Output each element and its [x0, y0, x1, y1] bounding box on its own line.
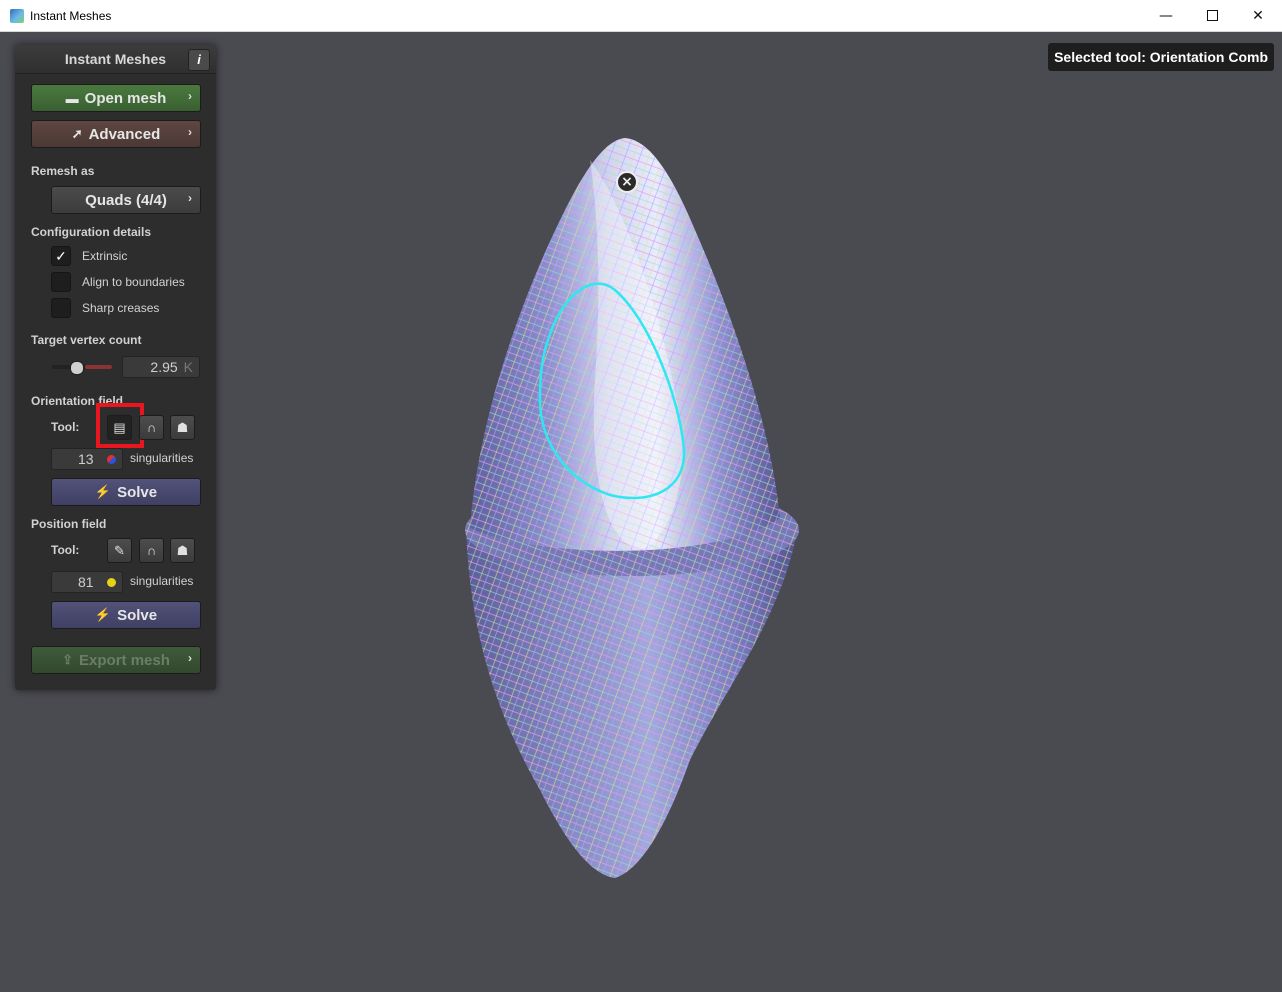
- info-button[interactable]: i: [188, 49, 210, 71]
- align-boundaries-checkbox[interactable]: [51, 272, 71, 292]
- position-singularities-count: 81: [78, 574, 94, 590]
- rocket-icon: ➚: [71, 126, 83, 141]
- bolt-icon: ⚡: [94, 607, 112, 622]
- sharp-creases-checkbox[interactable]: [51, 298, 71, 318]
- orientation-solve-label: Solve: [117, 483, 158, 501]
- ghost-icon: ☗: [176, 542, 189, 558]
- vertex-count-unit: K: [183, 359, 193, 375]
- position-attractor-button[interactable]: ∩: [139, 538, 164, 563]
- panel-header: Instant Meshes i: [15, 45, 216, 74]
- orientation-tool-label: Tool:: [51, 420, 80, 434]
- brush-icon: ✎: [114, 542, 125, 558]
- orientation-ghost-button[interactable]: ☗: [170, 415, 195, 440]
- remesh-as-value: Quads (4/4): [85, 191, 167, 209]
- magnet-icon: ∩: [146, 420, 157, 435]
- singularity-color-icon: [107, 578, 116, 587]
- orientation-solve-button[interactable]: ⚡ Solve: [51, 478, 201, 506]
- extrinsic-checkbox[interactable]: ✓: [51, 246, 71, 266]
- bolt-icon: ⚡: [94, 484, 112, 499]
- chevron-right-icon: ›: [188, 191, 192, 205]
- singularity-color-icon: [107, 455, 116, 464]
- align-boundaries-label: Align to boundaries: [82, 275, 185, 289]
- magnet-icon: ∩: [146, 543, 157, 558]
- position-ghost-button[interactable]: ☗: [170, 538, 195, 563]
- position-field-label: Position field: [31, 517, 107, 531]
- target-vertex-count-label: Target vertex count: [31, 333, 142, 347]
- control-panel: Instant Meshes i ▬ Open mesh › ➚ Advance…: [15, 45, 216, 690]
- open-mesh-button[interactable]: ▬ Open mesh ›: [31, 84, 201, 112]
- open-mesh-label: Open mesh: [84, 89, 167, 107]
- extrinsic-label: Extrinsic: [82, 249, 128, 263]
- selected-tool-label: Selected tool: Orientation Comb: [1048, 43, 1274, 71]
- advanced-label: Advanced: [88, 125, 161, 143]
- ghost-icon: ☗: [176, 419, 189, 435]
- remesh-as-dropdown[interactable]: Quads (4/4) ›: [51, 186, 201, 214]
- sharp-creases-label: Sharp creases: [82, 301, 160, 315]
- position-singularities-label: singularities: [130, 574, 194, 588]
- align-boundaries-checkbox-row[interactable]: Align to boundaries: [51, 272, 185, 292]
- export-mesh-button: ⇪ Export mesh ›: [31, 646, 201, 674]
- vertex-count-value: 2.95: [150, 359, 178, 375]
- vertex-slider-handle[interactable]: [70, 361, 84, 375]
- chevron-right-icon: ›: [188, 89, 192, 103]
- vertex-slider-fill: [85, 365, 112, 369]
- position-brush-button[interactable]: ✎: [107, 538, 132, 563]
- orientation-singularities-label: singularities: [130, 451, 194, 465]
- orientation-attractor-button[interactable]: ∩: [139, 415, 164, 440]
- export-icon: ⇪: [62, 652, 74, 667]
- panel-title: Instant Meshes: [64, 51, 167, 67]
- position-solve-button[interactable]: ⚡ Solve: [51, 601, 201, 629]
- advanced-button[interactable]: ➚ Advanced ›: [31, 120, 201, 148]
- chevron-right-icon: ›: [188, 125, 192, 139]
- orientation-singularities-count: 13: [78, 451, 94, 467]
- position-solve-label: Solve: [117, 606, 158, 624]
- extrinsic-checkbox-row[interactable]: ✓ Extrinsic: [51, 246, 127, 266]
- position-tool-label: Tool:: [51, 543, 80, 557]
- remesh-as-label: Remesh as: [31, 164, 95, 178]
- export-mesh-label: Export mesh: [79, 651, 170, 669]
- folder-icon: ▬: [65, 90, 79, 106]
- vertex-count-field[interactable]: 2.95 K: [122, 356, 200, 378]
- chevron-right-icon: ›: [188, 651, 192, 665]
- close-marker-icon[interactable]: ×: [616, 171, 638, 193]
- sharp-creases-checkbox-row[interactable]: Sharp creases: [51, 298, 159, 318]
- configuration-details-label: Configuration details: [31, 225, 151, 239]
- selection-highlight: [96, 403, 144, 448]
